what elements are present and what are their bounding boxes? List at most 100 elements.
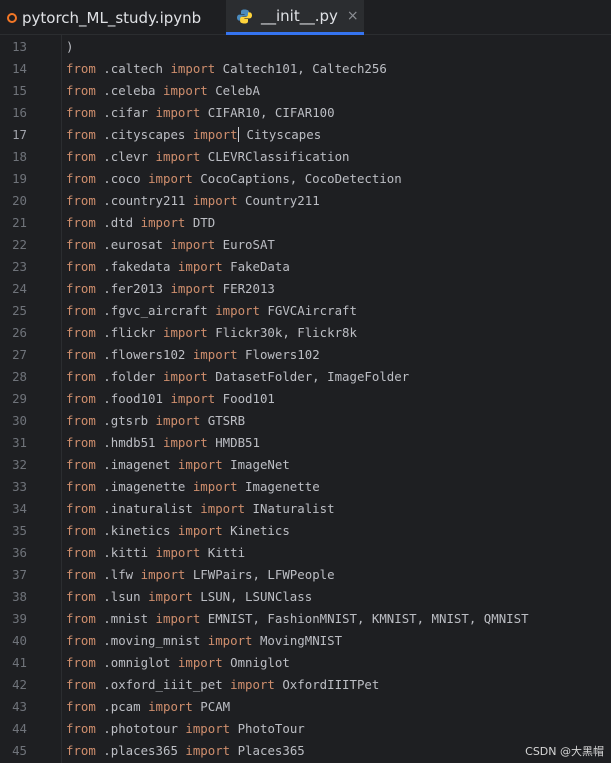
code-line[interactable]: 37 from .lfw import LFWPairs, LFWPeople <box>0 564 611 586</box>
code-text: from .phototour import PhotoTour <box>66 718 305 740</box>
code-text: from .eurosat import EuroSAT <box>66 234 275 256</box>
code-text: from .flowers102 import Flowers102 <box>66 344 320 366</box>
code-line[interactable]: 26 from .flickr import Flickr30k, Flickr8… <box>0 322 611 344</box>
code-line[interactable]: 18 from .clevr import CLEVRClassification <box>0 146 611 168</box>
code-line[interactable]: 14 from .caltech import Caltech101, Calte… <box>0 58 611 80</box>
code-line[interactable]: 32 from .imagenet import ImageNet <box>0 454 611 476</box>
tab-init-py[interactable]: __init__.py × <box>226 0 364 35</box>
code-line[interactable]: 39 from .mnist import EMNIST, FashionMNIS… <box>0 608 611 630</box>
code-text: from .pcam import PCAM <box>66 696 230 718</box>
code-line[interactable]: 40 from .moving_mnist import MovingMNIST <box>0 630 611 652</box>
code-text: from .kitti import Kitti <box>66 542 245 564</box>
code-text: from .hmdb51 import HMDB51 <box>66 432 260 454</box>
keyword-from: from <box>66 281 96 296</box>
imported-names: EuroSAT <box>215 237 275 252</box>
code-line[interactable]: 38 from .lsun import LSUN, LSUNClass <box>0 586 611 608</box>
keyword-from: from <box>66 611 96 626</box>
module-name: .fakedata <box>95 259 178 274</box>
module-name: .cityscapes <box>95 127 193 142</box>
keyword-import: import <box>185 743 231 758</box>
code-line[interactable]: 27 from .flowers102 import Flowers102 <box>0 344 611 366</box>
keyword-from: from <box>66 193 96 208</box>
code-text: from .caltech import Caltech101, Caltech… <box>66 58 387 80</box>
module-name: .mnist <box>95 611 156 626</box>
imported-names: DTD <box>185 215 216 230</box>
keyword-from: from <box>66 413 96 428</box>
editor-tab-bar: pytorch_ML_study.ipynb __init__.py × <box>0 0 611 35</box>
code-line[interactable]: 19 from .coco import CocoCaptions, CocoDe… <box>0 168 611 190</box>
code-line[interactable]: 31 from .hmdb51 import HMDB51 <box>0 432 611 454</box>
code-text: from .cityscapes import Cityscapes <box>66 124 321 146</box>
module-name: .gtsrb <box>95 413 156 428</box>
module-name: .hmdb51 <box>95 435 163 450</box>
code-text: from .places365 import Places365 <box>66 740 305 762</box>
keyword-from: from <box>66 743 96 758</box>
module-name: .lsun <box>95 589 149 604</box>
code-text: from .mnist import EMNIST, FashionMNIST,… <box>66 608 529 630</box>
imported-names: Kitti <box>200 545 246 560</box>
module-name: .clevr <box>95 149 156 164</box>
code-line[interactable]: 33 from .imagenette import Imagenette <box>0 476 611 498</box>
code-line[interactable]: 41 from .omniglot import Omniglot <box>0 652 611 674</box>
line-number: 28 <box>12 369 27 384</box>
code-line[interactable]: 42 from .oxford_iiit_pet import OxfordIII… <box>0 674 611 696</box>
imported-names: Cityscapes <box>239 127 322 142</box>
code-line[interactable]: 28 from .folder import DatasetFolder, Ima… <box>0 366 611 388</box>
code-line[interactable]: 45 from .places365 import Places365 <box>0 740 611 762</box>
line-number: 22 <box>12 237 27 252</box>
code-editor[interactable]: 13) 14 from .caltech import Caltech101, Ca… <box>0 35 611 763</box>
code-line[interactable]: 34 from .inaturalist import INaturalist <box>0 498 611 520</box>
tab-label: __init__.py <box>261 7 338 25</box>
tab-pytorch-ml-study[interactable]: pytorch_ML_study.ipynb <box>0 0 218 35</box>
code-line[interactable]: 22 from .eurosat import EuroSAT <box>0 234 611 256</box>
keyword-import: import <box>148 589 193 604</box>
module-name: .inaturalist <box>95 501 201 516</box>
code-line[interactable]: 24 from .fer2013 import FER2013 <box>0 278 611 300</box>
imported-names: LFWPairs, LFWPeople <box>185 567 335 582</box>
code-text: from .kinetics import Kinetics <box>66 520 290 542</box>
line-number: 16 <box>12 105 27 120</box>
module-name: .eurosat <box>95 237 171 252</box>
code-line[interactable]: 13) <box>0 36 611 58</box>
imported-names: Flickr30k, Flickr8k <box>207 325 357 340</box>
code-text: from .oxford_iiit_pet import OxfordIIITP… <box>66 674 379 696</box>
keyword-from: from <box>66 567 96 582</box>
code-line[interactable]: 15 from .celeba import CelebA <box>0 80 611 102</box>
module-name: .fgvc_aircraft <box>95 303 216 318</box>
line-number: 26 <box>12 325 27 340</box>
code-line[interactable]: 30 from .gtsrb import GTSRB <box>0 410 611 432</box>
code-text: from .celeba import CelebA <box>66 80 260 102</box>
keyword-import: import <box>140 215 186 230</box>
code-line[interactable]: 16 from .cifar import CIFAR10, CIFAR100 <box>0 102 611 124</box>
module-name: .cifar <box>95 105 156 120</box>
code-line[interactable]: 25 from .fgvc_aircraft import FGVCAircraf… <box>0 300 611 322</box>
imported-names: GTSRB <box>200 413 246 428</box>
module-name: .lfw <box>95 567 141 582</box>
code-text: from .food101 import Food101 <box>66 388 275 410</box>
code-line[interactable]: 23 from .fakedata import FakeData <box>0 256 611 278</box>
code-line[interactable]: 21 from .dtd import DTD <box>0 212 611 234</box>
code-line[interactable]: 35 from .kinetics import Kinetics <box>0 520 611 542</box>
code-line[interactable]: 36 from .kitti import Kitti <box>0 542 611 564</box>
watermark: CSDN @大黑帽 <box>525 745 604 758</box>
line-number: 13 <box>12 39 27 54</box>
close-tab-icon[interactable]: × <box>347 8 359 24</box>
code-line[interactable]: 44 from .phototour import PhotoTour <box>0 718 611 740</box>
keyword-from: from <box>66 127 96 142</box>
code-token: ) <box>66 39 74 54</box>
line-number: 33 <box>12 479 27 494</box>
keyword-from: from <box>66 237 96 252</box>
keyword-from: from <box>66 435 96 450</box>
code-line[interactable]: 29 from .food101 import Food101 <box>0 388 611 410</box>
code-line[interactable]: 20 from .country211 import Country211 <box>0 190 611 212</box>
line-number: 19 <box>12 171 27 186</box>
code-line[interactable]: 43 from .pcam import PCAM <box>0 696 611 718</box>
keyword-from: from <box>66 633 96 648</box>
code-text: from .country211 import Country211 <box>66 190 320 212</box>
code-text: from .fgvc_aircraft import FGVCAircraft <box>66 300 357 322</box>
code-line[interactable]: 17 from .cityscapes import Cityscapes <box>0 124 611 146</box>
keyword-from: from <box>66 699 96 714</box>
line-number: 32 <box>12 457 27 472</box>
module-name: .folder <box>95 369 163 384</box>
keyword-import: import <box>162 325 208 340</box>
